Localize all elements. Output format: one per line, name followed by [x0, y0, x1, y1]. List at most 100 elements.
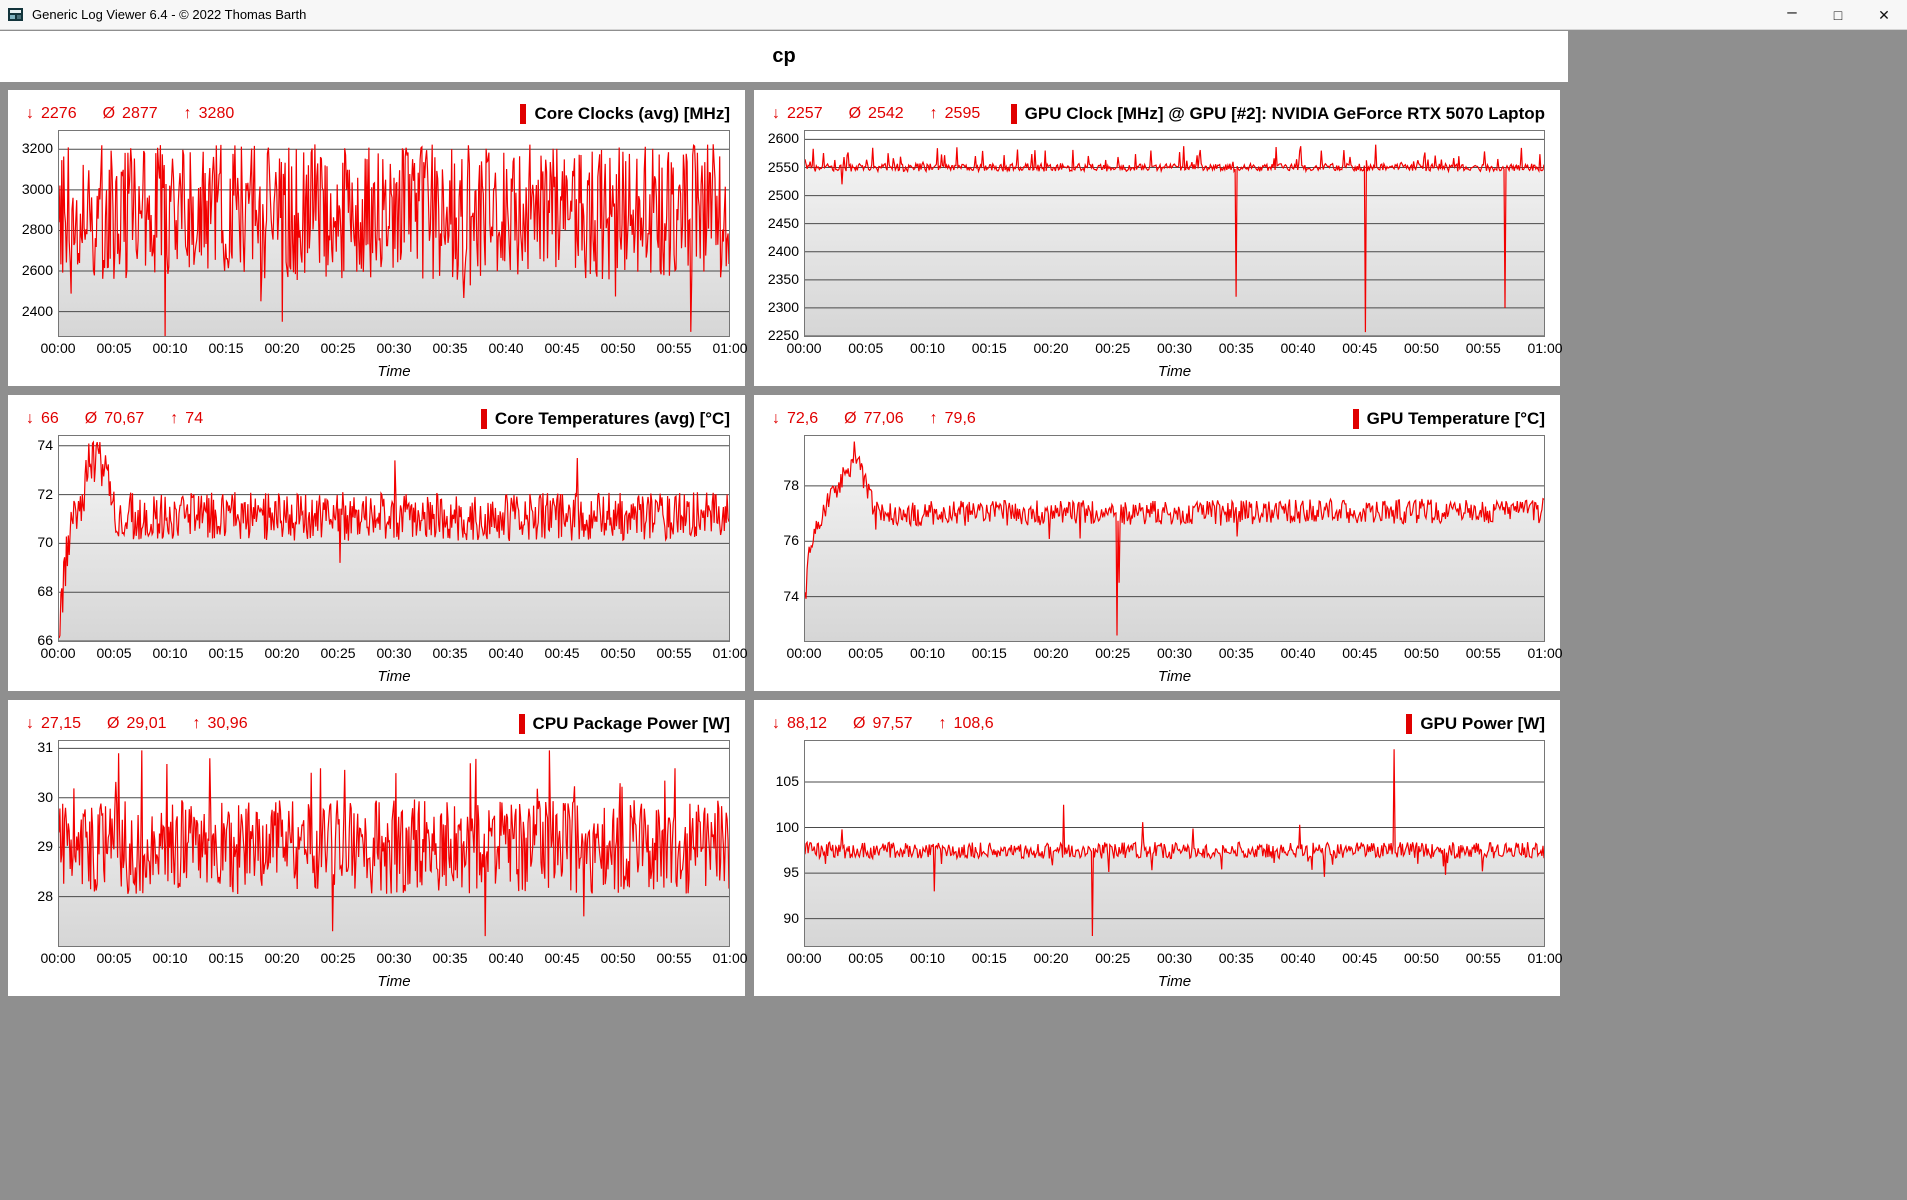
- chart-plot[interactable]: [804, 130, 1545, 337]
- x-tick-label: 00:55: [1465, 340, 1501, 356]
- x-tick-label: 00:45: [544, 340, 580, 356]
- y-tick-label: 68: [37, 583, 53, 600]
- chart-plot[interactable]: [58, 740, 730, 947]
- panel-gpu-power: ↓ 88,12 Ø 97,57 ↑ 108,6 GPU Power [W] 90 95 1…: [754, 700, 1563, 996]
- x-tick-label: 00:50: [1403, 950, 1440, 966]
- stat-max-value: 30,96: [207, 715, 248, 732]
- x-tick-label: 00:25: [1095, 950, 1131, 966]
- chart-plot[interactable]: [58, 435, 730, 642]
- y-axis-labels: 2250 2300 2350 2400 2450 2500 2550 2600: [754, 130, 804, 343]
- series-color-mark-icon: [1010, 104, 1017, 124]
- chart-title-text: GPU Temperature [°C]: [1366, 409, 1545, 428]
- min-arrow-icon: ↓: [772, 410, 780, 427]
- x-tick-label: 00:20: [264, 950, 300, 966]
- x-tick-label: 00:30: [376, 645, 412, 661]
- x-tick-label: 00:35: [432, 340, 468, 356]
- y-tick-label: 2300: [767, 298, 799, 315]
- y-tick-label: 105: [775, 773, 799, 789]
- stat-max: ↑ 30,96: [193, 715, 248, 733]
- max-arrow-icon: ↑: [929, 410, 938, 427]
- stat-min: ↓ 27,15: [26, 715, 81, 733]
- min-arrow-icon: ↓: [26, 715, 34, 732]
- panel-header: ↓ 2276 Ø 2877 ↑ 3280 Core Clocks (avg) [MHz…: [8, 90, 745, 130]
- y-tick-label: 2800: [21, 221, 53, 238]
- x-tick-label: 00:05: [96, 950, 132, 966]
- stat-max-value: 74: [185, 410, 204, 427]
- x-tick-label: 00:50: [600, 950, 636, 966]
- x-tick-label: 00:55: [1465, 645, 1501, 661]
- max-arrow-icon: ↑: [929, 105, 938, 122]
- x-tick-label: 00:15: [971, 950, 1007, 966]
- series-area-fill: [59, 442, 729, 641]
- window-title: Generic Log Viewer 6.4 - © 2022 Thomas B…: [32, 7, 307, 22]
- x-tick-label: 00:35: [432, 645, 468, 661]
- stats: ↓ 27,15 Ø 29,01 ↑ 30,96: [26, 715, 248, 733]
- x-tick-label: 00:45: [1342, 950, 1378, 966]
- series-color-mark-icon: [1352, 409, 1359, 429]
- stat-min: ↓ 66: [26, 410, 59, 428]
- stat-avg: Ø 2877: [103, 105, 158, 123]
- plot-area: 2400 2600 2800 3000 3200: [8, 130, 745, 337]
- y-tick-label: 29: [37, 838, 53, 855]
- x-tick-label: 00:00: [786, 950, 822, 966]
- x-tick-label: 00:05: [848, 950, 884, 966]
- max-arrow-icon: ↑: [192, 715, 201, 732]
- x-tick-label: 00:35: [1218, 950, 1254, 966]
- y-tick-label: 95: [783, 864, 799, 881]
- y-tick-label: 76: [783, 532, 799, 549]
- y-tick-label: 2500: [767, 186, 799, 203]
- x-axis-labels: 00:00 00:05 00:10 00:15 00:20 00:25 00:30 00:35…: [40, 645, 747, 665]
- stat-avg: Ø 77,06: [844, 410, 904, 428]
- maximize-button[interactable]: □: [1815, 0, 1861, 30]
- stat-max: ↑ 79,6: [930, 410, 976, 428]
- x-tick-label: 00:55: [656, 950, 692, 966]
- chart-title: GPU Temperature [°C]: [1352, 409, 1545, 429]
- min-arrow-icon: ↓: [26, 105, 34, 122]
- chart-title: GPU Clock [MHz] @ GPU [#2]: NVIDIA GeFor…: [1010, 104, 1545, 124]
- x-tick-label: 00:55: [656, 340, 692, 356]
- chart-plot[interactable]: [804, 740, 1545, 947]
- chart-plot[interactable]: [804, 435, 1545, 642]
- panel-header: ↓ 72,6 Ø 77,06 ↑ 79,6 GPU Temperature [°C]: [754, 395, 1560, 435]
- x-axis-title: Time: [377, 668, 411, 685]
- y-tick-label: 2550: [767, 158, 799, 175]
- stat-min-value: 66: [41, 410, 59, 427]
- avg-symbol-icon: Ø: [102, 105, 116, 122]
- panel-core-clocks: ↓ 2276 Ø 2877 ↑ 3280 Core Clocks (avg) [MHz…: [8, 90, 748, 386]
- chart-plot[interactable]: [58, 130, 730, 337]
- minimize-button[interactable]: –: [1769, 0, 1815, 30]
- stat-min-value: 2276: [41, 105, 77, 122]
- max-arrow-icon: ↑: [170, 410, 179, 427]
- y-tick-label: 2600: [21, 262, 53, 279]
- close-button[interactable]: ✕: [1861, 0, 1907, 30]
- window-titlebar[interactable]: Generic Log Viewer 6.4 - © 2022 Thomas B…: [0, 0, 1907, 30]
- avg-symbol-icon: Ø: [107, 715, 120, 732]
- plot-area: 74 76 78: [754, 435, 1560, 642]
- avg-symbol-icon: Ø: [853, 715, 866, 732]
- y-tick-label: 2450: [767, 214, 799, 231]
- y-axis-labels: 90 95 100 105: [754, 740, 804, 947]
- max-arrow-icon: ↑: [183, 105, 192, 122]
- chart-title-text: Core Temperatures (avg) [°C]: [494, 409, 730, 428]
- stat-avg-value: 97,57: [872, 715, 913, 732]
- x-axis-title: Time: [377, 973, 411, 990]
- x-axis-title: Time: [1157, 973, 1192, 990]
- stats: ↓ 2276 Ø 2877 ↑ 3280: [26, 105, 234, 123]
- x-tick-label: 00:30: [376, 950, 412, 966]
- chart-grid: ↓ 2276 Ø 2877 ↑ 3280 Core Clocks (avg) [MHz…: [0, 82, 1568, 1004]
- y-tick-label: 2600: [767, 130, 799, 147]
- stat-avg-value: 2542: [868, 105, 904, 122]
- x-tick-label: 00:00: [40, 950, 76, 966]
- chart-title-text: Core Clocks (avg) [MHz]: [534, 104, 730, 123]
- stat-avg: Ø 97,57: [853, 715, 913, 733]
- x-axis-labels: 00:00 00:05 00:10 00:15 00:20 00:25 00:30 00:35…: [786, 950, 1562, 970]
- y-tick-label: 2400: [767, 242, 799, 259]
- window-controls: – □ ✕: [1769, 0, 1907, 30]
- x-tick-label: 00:45: [544, 645, 580, 661]
- stat-max-value: 79,6: [944, 410, 976, 427]
- x-tick-label: 00:10: [909, 340, 946, 356]
- x-tick-label: 00:25: [320, 645, 356, 661]
- stat-min-value: 72,6: [787, 410, 819, 427]
- y-tick-label: 30: [37, 788, 53, 805]
- x-axis-title: Time: [1157, 668, 1192, 685]
